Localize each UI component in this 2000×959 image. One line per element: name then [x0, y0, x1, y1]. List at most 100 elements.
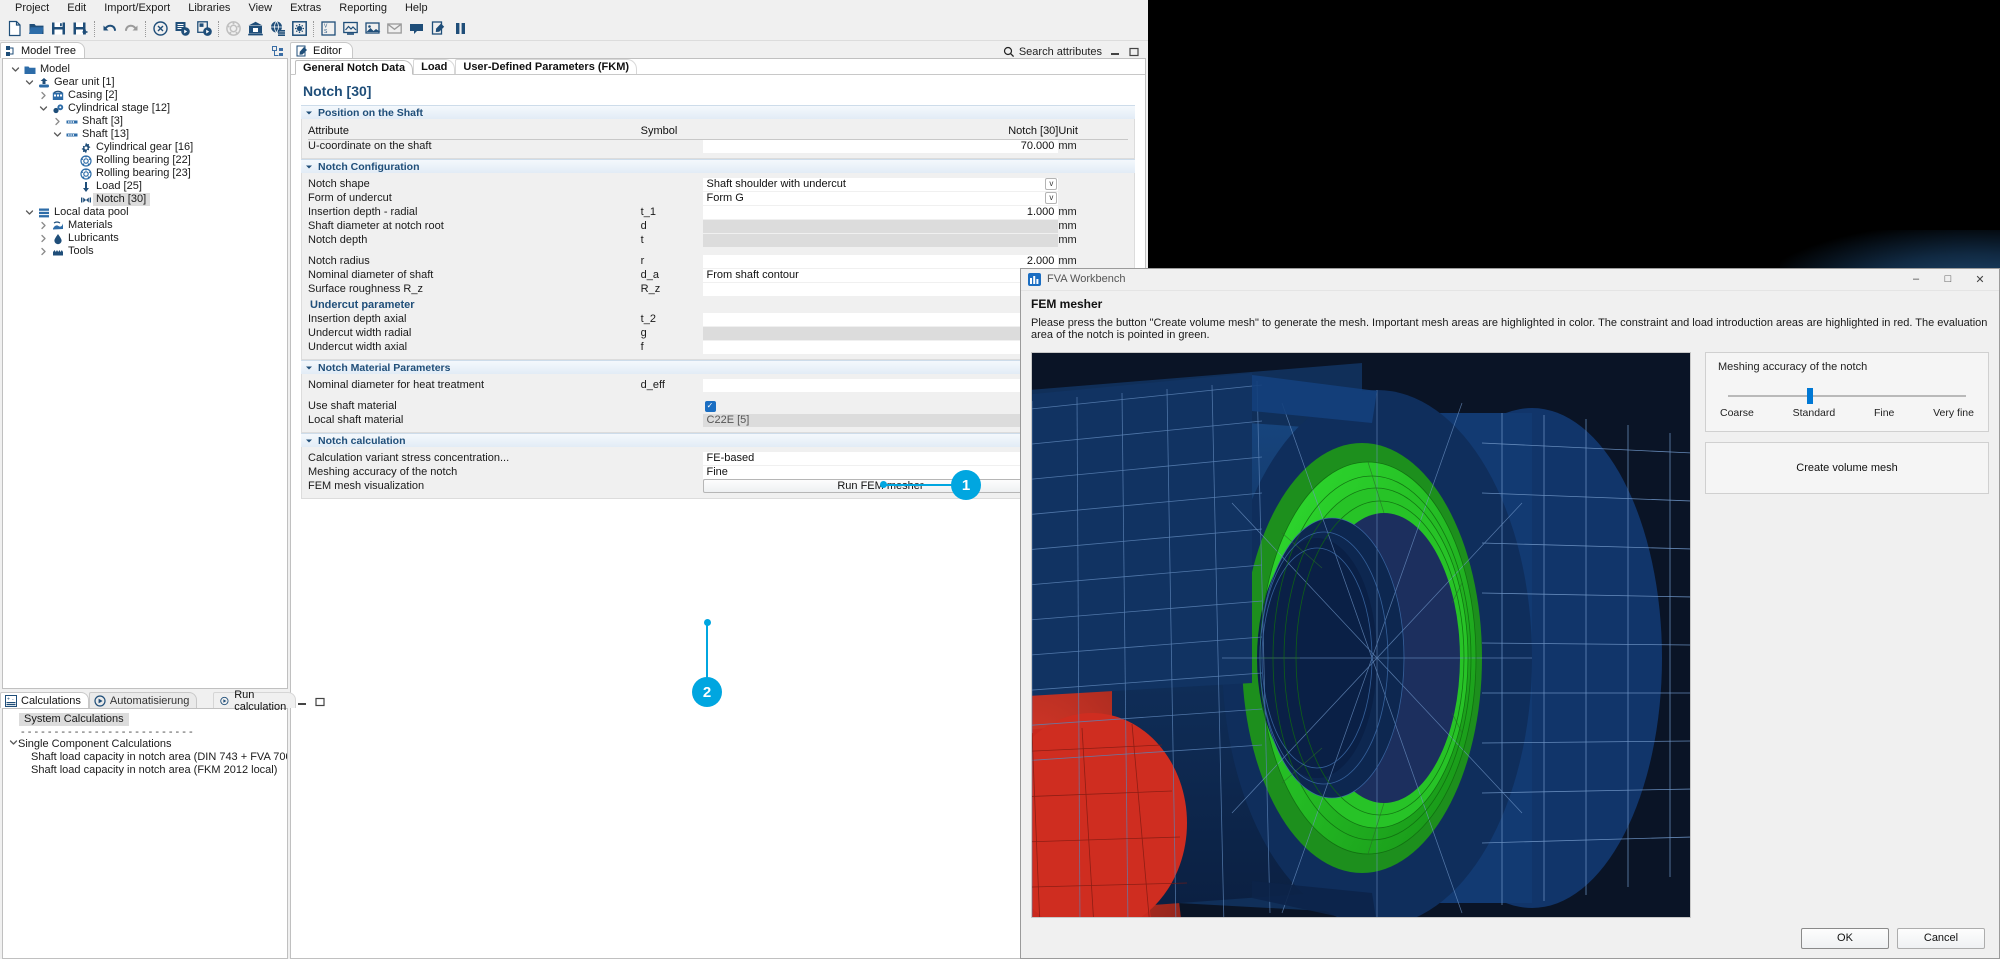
open-folder-icon[interactable]: [25, 18, 47, 40]
insertion-depth-axial-input[interactable]: 0.500: [703, 313, 1059, 326]
tree-twisty-closed[interactable]: [37, 247, 50, 256]
tree-item-notch-30[interactable]: Notch [30]: [3, 193, 287, 206]
meshing-accuracy-slider[interactable]: [1728, 387, 1966, 405]
surface-roughness-r-z-input[interactable]: 12.0: [703, 283, 1059, 296]
calculation-row[interactable]: System Calculations: [3, 713, 287, 726]
tab-automatisierung[interactable]: Automatisierung: [89, 692, 198, 708]
tree-item-load-25[interactable]: Load [25]: [3, 180, 287, 193]
form-of-undercut-dropdown[interactable]: Form Gv: [703, 192, 1059, 205]
calculation-row[interactable]: Single Component Calculations: [3, 738, 287, 751]
menu-project[interactable]: Project: [6, 0, 58, 17]
sub-tab-user-defined-parameters-fkm[interactable]: User-Defined Parameters (FKM): [455, 59, 637, 74]
tree-twisty-open[interactable]: [51, 130, 64, 139]
calculation-row[interactable]: Shaft load capacity in notch area (FKM 2…: [3, 764, 287, 777]
caret-down-icon[interactable]: [305, 364, 313, 372]
tree-twisty-closed[interactable]: [37, 91, 50, 100]
tree-collapse-all-icon[interactable]: [272, 46, 284, 58]
tree-item-rolling-bearing-23[interactable]: Rolling bearing [23]: [3, 167, 287, 180]
tree-item-lubricants[interactable]: Lubricants: [3, 232, 287, 245]
calculation-variant-stress-concentration-dropdown[interactable]: FE-basedv: [703, 452, 1059, 465]
save-icon[interactable]: [47, 18, 69, 40]
notes-icon[interactable]: [427, 18, 449, 40]
tree-item-tools[interactable]: Tools: [3, 245, 287, 258]
menu-libraries[interactable]: Libraries: [179, 0, 239, 17]
minimize-editor-icon[interactable]: [1109, 46, 1121, 58]
tree-item-gear-unit-1[interactable]: Gear unit [1]: [3, 76, 287, 89]
web-services-icon[interactable]: [266, 18, 288, 40]
section-header-notch-configuration[interactable]: Notch Configuration: [301, 159, 1135, 173]
graphics-icon[interactable]: [339, 18, 361, 40]
caret-down-icon[interactable]: [305, 163, 313, 171]
local-shaft-material-dropdown[interactable]: C22E [5]v: [703, 414, 1059, 427]
database-bank-icon[interactable]: [244, 18, 266, 40]
tree-twisty-closed[interactable]: [37, 221, 50, 230]
ok-button[interactable]: OK: [1801, 928, 1889, 949]
save-as-icon[interactable]: [69, 18, 91, 40]
calc-twisty[interactable]: [9, 738, 18, 751]
slider-thumb[interactable]: [1807, 388, 1813, 404]
use-shaft-material-checkbox[interactable]: ✓: [705, 401, 716, 412]
dialog-close-icon[interactable]: ✕: [1965, 269, 1995, 289]
search-attributes-button[interactable]: Search attributes: [1003, 46, 1102, 58]
tree-twisty-closed[interactable]: [37, 234, 50, 243]
u-coordinate-on-the-shaft-input[interactable]: 70.000: [703, 140, 1059, 153]
section-header-notch-material-parameters[interactable]: Notch Material Parameters: [301, 360, 1135, 374]
nominal-diameter-of-shaft-dropdown[interactable]: From shaft contourv: [703, 269, 1059, 282]
model-tree-panel[interactable]: ModelGear unit [1]Casing [2]Cylindrical …: [2, 58, 288, 689]
tree-item-rolling-bearing-22[interactable]: Rolling bearing [22]: [3, 154, 287, 167]
dialog-maximize-icon[interactable]: □: [1933, 269, 1963, 289]
menu-view[interactable]: View: [239, 0, 281, 17]
section-header-notch-calculation[interactable]: Notch calculation: [301, 433, 1135, 447]
tree-item-shaft-3[interactable]: Shaft [3]: [3, 115, 287, 128]
fem-mesh-3d-view[interactable]: [1031, 352, 1691, 918]
tab-model-tree[interactable]: Model Tree: [0, 42, 85, 58]
create-volume-mesh-button[interactable]: Create volume mesh: [1786, 458, 1908, 478]
insertion-depth-radial-input[interactable]: 1.000: [703, 206, 1059, 219]
meshing-accuracy-of-the-notch-dropdown[interactable]: Finev: [703, 466, 1059, 479]
tab-calculations[interactable]: +- Calculations: [0, 692, 89, 708]
dialog-minimize-icon[interactable]: –: [1901, 269, 1931, 289]
cancel-calculation-icon[interactable]: [149, 18, 171, 40]
notch-radius-input[interactable]: 2.000: [703, 255, 1059, 268]
caret-down-icon[interactable]: [305, 109, 313, 117]
bearing-catalog-icon[interactable]: [222, 18, 244, 40]
chevron-down-icon[interactable]: v: [1045, 178, 1057, 190]
section-header-position-on-the-shaft[interactable]: Position on the Shaft: [301, 105, 1135, 119]
support-icon[interactable]: [405, 18, 427, 40]
undo-icon[interactable]: [98, 18, 120, 40]
menu-edit[interactable]: Edit: [58, 0, 95, 17]
undercut-width-axial-input[interactable]: 5.000: [703, 341, 1059, 354]
settings-window-icon[interactable]: [288, 18, 310, 40]
tree-twisty-open[interactable]: [23, 208, 36, 217]
tree-twisty-open[interactable]: [23, 78, 36, 87]
sub-tab-load[interactable]: Load: [413, 59, 455, 74]
tree-item-cylindrical-gear-16[interactable]: Cylindrical gear [16]: [3, 141, 287, 154]
run-all-calculations-icon[interactable]: [171, 18, 193, 40]
maximize-editor-icon[interactable]: [1128, 46, 1140, 58]
menu-import-export[interactable]: Import/Export: [95, 0, 179, 17]
sub-tab-general-notch-data[interactable]: General Notch Data: [295, 60, 413, 75]
redo-icon[interactable]: [120, 18, 142, 40]
menu-help[interactable]: Help: [396, 0, 437, 17]
tree-twisty-open[interactable]: [37, 104, 50, 113]
pause-icon[interactable]: [449, 18, 471, 40]
caret-down-icon[interactable]: [305, 437, 313, 445]
calculation-row[interactable]: Shaft load capacity in notch area (DIN 7…: [3, 751, 287, 764]
tree-twisty-open[interactable]: [9, 65, 22, 74]
new-file-icon[interactable]: [3, 18, 25, 40]
variant-icon[interactable]: VS: [317, 18, 339, 40]
tree-item-local-data-pool[interactable]: Local data pool: [3, 206, 287, 219]
tree-item-cylindrical-stage-12[interactable]: Cylindrical stage [12]: [3, 102, 287, 115]
tree-item-model[interactable]: Model: [3, 63, 287, 76]
run-report-icon[interactable]: [193, 18, 215, 40]
calculations-list[interactable]: System Calculations- - - - - - - - - - -…: [2, 708, 288, 959]
menu-reporting[interactable]: Reporting: [330, 0, 396, 17]
chevron-down-icon[interactable]: v: [1045, 192, 1057, 204]
menu-extras[interactable]: Extras: [281, 0, 330, 17]
notch-shape-dropdown[interactable]: Shaft shoulder with undercutv: [703, 178, 1059, 191]
tree-item-casing-2[interactable]: Casing [2]: [3, 89, 287, 102]
tree-item-shaft-13[interactable]: Shaft [13]: [3, 128, 287, 141]
tree-twisty-closed[interactable]: [51, 117, 64, 126]
tree-item-materials[interactable]: Materials: [3, 219, 287, 232]
run-calculation-button[interactable]: Run calculation: [213, 692, 296, 708]
